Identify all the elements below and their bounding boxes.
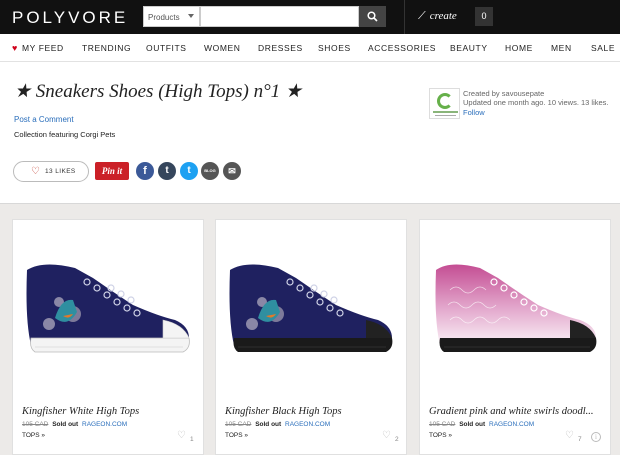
- product-like-count: 2: [395, 436, 399, 443]
- product-card[interactable]: Kingfisher Black High Tops 105 CAD Sold …: [215, 219, 407, 455]
- product-store-link[interactable]: RAGEON.COM: [489, 421, 534, 428]
- nav-item-women[interactable]: WOMEN: [204, 43, 241, 53]
- creator-avatar[interactable]: [429, 88, 460, 119]
- product-image-gradient-pink-swirls[interactable]: [420, 220, 610, 400]
- creator-name: Created by savousepate: [463, 89, 545, 98]
- product-image-kingfisher-black[interactable]: [216, 220, 406, 400]
- product-card[interactable]: Gradient pink and white swirls doodl... …: [419, 219, 611, 455]
- search-category-label: Products: [148, 13, 180, 22]
- nav-item-home[interactable]: HOME: [505, 43, 533, 53]
- product-status: Sold out: [52, 421, 79, 428]
- product-meta: 105 CAD Sold out RAGEON.COM: [225, 421, 330, 428]
- polyvore-logo[interactable]: POLYVORE: [12, 8, 128, 28]
- nav-item-accessories[interactable]: ACCESSORIES: [368, 43, 436, 53]
- header-divider: [404, 0, 405, 34]
- product-meta: 105 CAD Sold out RAGEON.COM: [22, 421, 127, 428]
- product-old-price: 105 CAD: [22, 421, 49, 428]
- product-image-kingfisher-white[interactable]: [13, 220, 203, 400]
- product-category-link[interactable]: TOPS »: [225, 432, 248, 439]
- tumblr-icon[interactable]: t: [158, 162, 176, 180]
- product-meta: 105 CAD Sold out RAGEON.COM: [429, 421, 534, 428]
- heart-icon: ♥: [12, 43, 18, 53]
- main-nav: ♥ MY FEED TRENDING OUTFITS WOMEN DRESSES …: [0, 34, 620, 62]
- top-bar: POLYVORE Products ⟋ create 0: [0, 0, 620, 34]
- nav-item-beauty[interactable]: BEAUTY: [450, 43, 488, 53]
- product-category-link[interactable]: TOPS »: [22, 432, 45, 439]
- search-input[interactable]: [200, 6, 359, 27]
- magic-wand-icon: ⟋: [418, 10, 426, 22]
- product-store-link[interactable]: RAGEON.COM: [285, 421, 330, 428]
- product-store-link[interactable]: RAGEON.COM: [82, 421, 127, 428]
- product-title[interactable]: Gradient pink and white swirls doodl...: [429, 406, 604, 417]
- email-icon[interactable]: ✉: [223, 162, 241, 180]
- like-count-label: 13 LIKES: [45, 168, 76, 175]
- collection-title: ★ Sneakers Shoes (High Tops) n°1 ★: [14, 81, 302, 102]
- product-card[interactable]: Kingfisher White High Tops 105 CAD Sold …: [12, 219, 204, 455]
- avatar-logo-bar: [433, 111, 458, 113]
- collection-description: Collection featuring Corgi Pets: [14, 130, 116, 139]
- avatar-logo-ring: [437, 93, 453, 109]
- nav-label: MY FEED: [21, 43, 64, 53]
- blog-icon[interactable]: BLOG: [201, 162, 219, 180]
- product-old-price: 105 CAD: [429, 421, 456, 428]
- nav-item-outfits[interactable]: OUTFITS: [146, 43, 187, 53]
- create-button[interactable]: ⟋ create: [418, 10, 457, 23]
- collection-stats: Updated one month ago. 10 views. 13 like…: [463, 98, 609, 107]
- pinterest-pin-button[interactable]: Pin it: [95, 162, 129, 180]
- search-icon: [367, 11, 378, 22]
- product-like-count: 7: [578, 436, 582, 443]
- twitter-icon[interactable]: t: [180, 162, 198, 180]
- product-like-count: 1: [190, 436, 194, 443]
- nav-item-my-feed[interactable]: ♥ MY FEED: [12, 43, 64, 53]
- nav-item-dresses[interactable]: DRESSES: [258, 43, 303, 53]
- heart-outline-icon[interactable]: ♡: [177, 430, 186, 441]
- create-label: create: [429, 10, 457, 22]
- nav-item-men[interactable]: MEN: [551, 43, 572, 53]
- heart-outline-icon[interactable]: ♡: [382, 430, 391, 441]
- product-title[interactable]: Kingfisher Black High Tops: [225, 406, 400, 417]
- nav-item-sale[interactable]: SALE: [591, 43, 615, 53]
- nav-item-shoes[interactable]: SHOES: [318, 43, 351, 53]
- product-category-link[interactable]: TOPS »: [429, 432, 452, 439]
- follow-link[interactable]: Follow: [463, 108, 485, 117]
- product-old-price: 105 CAD: [225, 421, 252, 428]
- product-title[interactable]: Kingfisher White High Tops: [22, 406, 197, 417]
- nav-item-trending[interactable]: TRENDING: [82, 43, 131, 53]
- product-status: Sold out: [255, 421, 282, 428]
- facebook-icon[interactable]: f: [136, 162, 154, 180]
- chevron-down-icon: [188, 14, 194, 18]
- info-icon[interactable]: i: [591, 432, 601, 442]
- search-button[interactable]: [359, 6, 386, 27]
- post-comment-link[interactable]: Post a Comment: [14, 115, 74, 124]
- heart-outline-icon: ♡: [31, 166, 40, 177]
- notification-badge[interactable]: 0: [475, 7, 493, 26]
- product-status: Sold out: [459, 421, 486, 428]
- avatar-logo-bar: [435, 115, 456, 116]
- search-category-select[interactable]: Products: [143, 6, 200, 27]
- like-button[interactable]: ♡ 13 LIKES: [13, 161, 89, 182]
- heart-outline-icon[interactable]: ♡: [565, 430, 574, 441]
